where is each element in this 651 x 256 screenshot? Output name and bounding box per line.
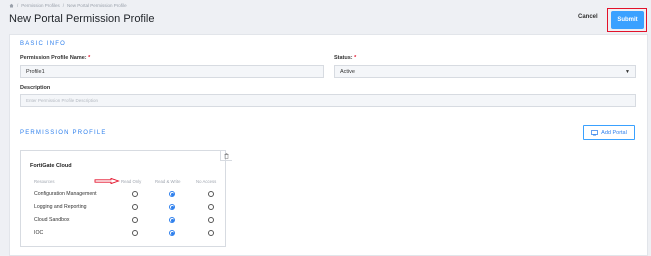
radio-read-only[interactable] [132,230,138,236]
radio-read-write[interactable] [169,204,175,210]
radio-read-write[interactable] [169,191,175,197]
portal-icon [591,129,599,135]
breadcrumb-separator: / [62,3,65,8]
table-row: IOC [21,227,227,240]
profile-name-input[interactable]: Profile1 [20,65,324,78]
status-value: Active [340,68,355,75]
table-row: Configuration Management [21,188,227,201]
radio-no-access[interactable] [208,204,214,210]
column-header-read-only: Read Only [121,179,142,184]
home-icon[interactable] [9,3,14,8]
annotation-arrow-icon [94,178,120,184]
table-row: Logging and Reporting [21,201,227,214]
cancel-button[interactable]: Cancel [578,14,598,20]
radio-read-write[interactable] [169,217,175,223]
radio-read-only[interactable] [132,191,138,197]
required-mark: * [88,55,91,61]
profile-name-label: Permission Profile Name: * [20,55,90,61]
description-input[interactable]: Enter Permission Profile Description [20,94,636,107]
column-header-no-access: No Access [196,179,217,184]
radio-no-access[interactable] [208,230,214,236]
basic-info-heading: BASIC INFO [20,41,67,47]
column-header-read-write: Read & Write [155,179,181,184]
radio-read-write[interactable] [169,230,175,236]
resource-label: Logging and Reporting [34,204,87,210]
breadcrumb-separator: / [17,3,19,8]
required-mark: * [354,55,357,61]
breadcrumb: / Permission Profiles / New Portal Permi… [9,3,127,8]
resource-label: Configuration Management [34,191,97,197]
trash-icon[interactable] [220,151,232,161]
form-panel: BASIC INFO Permission Profile Name: * Pr… [9,34,648,256]
resource-label: IOC [34,230,44,236]
caret-down-icon: ▼ [625,68,630,75]
add-portal-button[interactable]: Add Portal [583,125,635,140]
description-label: Description [20,85,51,91]
breadcrumb-item-permission-profiles[interactable]: Permission Profiles [21,3,60,8]
status-select[interactable]: Active ▼ [334,65,636,78]
radio-no-access[interactable] [208,217,214,223]
card-title: FortiGate Cloud [30,163,72,169]
radio-read-only[interactable] [132,217,138,223]
page-title: New Portal Permission Profile [9,13,155,25]
profile-name-label-text: Permission Profile Name: [20,55,87,61]
portal-card-fortigate-cloud: FortiGate Cloud Resources Read Only Read… [20,150,232,247]
resource-label: Cloud Sandbox [34,217,70,223]
column-header-resources: Resources [34,179,55,184]
status-label-text: Status: [334,55,353,61]
breadcrumb-item-current: New Portal Permission Profile [67,3,127,8]
table-row: Cloud Sandbox [21,214,227,227]
status-label: Status: * [334,55,356,61]
permission-profile-heading: PERMISSION PROFILE [20,130,107,136]
add-portal-label: Add Portal [601,129,627,136]
radio-read-only[interactable] [132,204,138,210]
submit-button[interactable]: Submit [611,11,644,29]
radio-no-access[interactable] [208,191,214,197]
